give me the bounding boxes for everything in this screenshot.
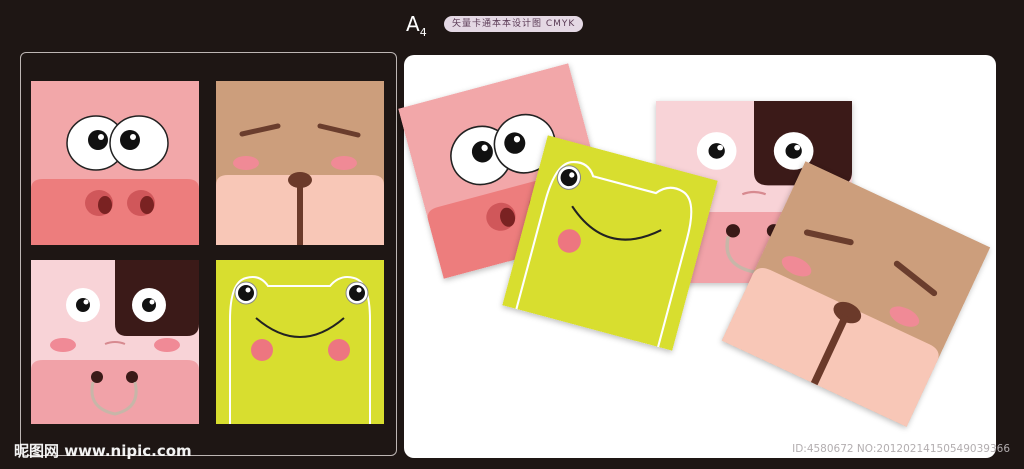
flat-cards-panel xyxy=(20,52,397,456)
pig-face-illustration xyxy=(31,81,199,245)
pig-right-eye-icon xyxy=(109,115,169,171)
pig-card xyxy=(31,81,199,245)
cow-right-eye-icon xyxy=(132,288,166,322)
image-id-watermark: ID:4580672 NO:20120214150549039366 xyxy=(792,443,1010,455)
frog-right-eye-icon xyxy=(345,281,369,305)
perspective-preview-panel xyxy=(398,55,996,458)
design-title-badge: 矢量卡通本本设计图 CMYK xyxy=(444,16,584,32)
frog-face-illustration xyxy=(216,260,384,424)
cow-card xyxy=(31,260,199,424)
frog-card xyxy=(216,260,384,424)
site-watermark: 昵图网 www.nipic.com xyxy=(14,442,192,460)
paper-size-label: A4 xyxy=(406,12,427,39)
bear-card xyxy=(216,81,384,245)
cow-face-illustration xyxy=(31,260,199,424)
cow-left-eye-icon xyxy=(66,288,100,322)
bear-face-illustration xyxy=(216,81,384,245)
frog-left-eye-icon xyxy=(234,281,258,305)
